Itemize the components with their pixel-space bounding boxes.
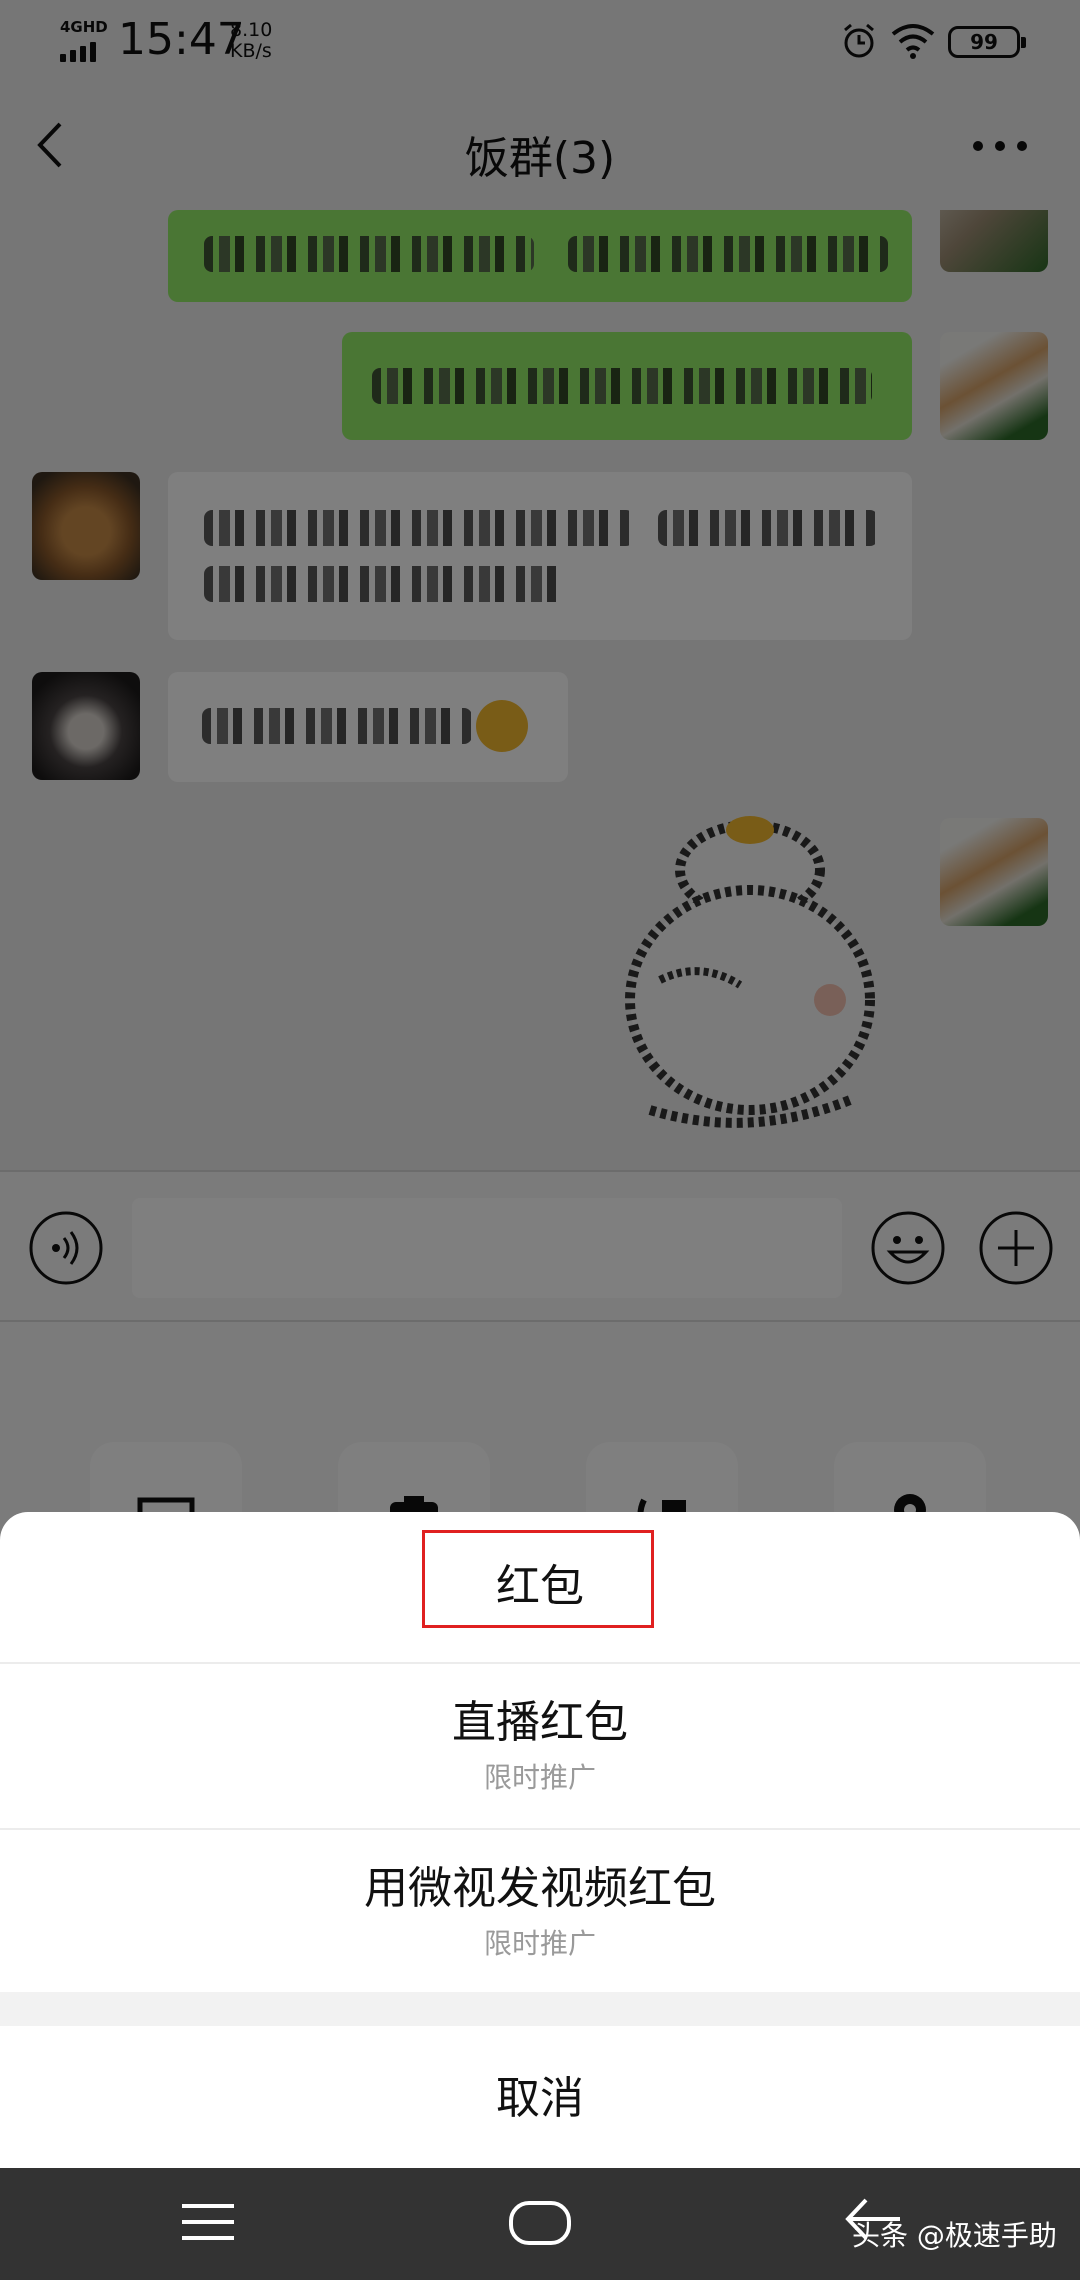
home-icon[interactable] — [508, 2200, 572, 2246]
sheet-gap — [0, 1992, 1080, 2026]
sheet-item-sublabel: 限时推广 — [483, 1761, 596, 1794]
sheet-item-label: 用微视发视频红包 — [364, 1863, 716, 1914]
cancel-button[interactable]: 取消 — [0, 2062, 1080, 2126]
red-packet-action-sheet: 红包 直播红包 限时推广 用微视发视频红包 限时推广 取消 — [0, 1512, 1080, 2168]
sheet-item-label: 直播红包 — [452, 1697, 628, 1748]
menu-icon[interactable] — [180, 2200, 236, 2244]
watermark: 头条 @极速手助 — [852, 2219, 1057, 2252]
divider — [0, 1662, 1080, 1664]
sheet-item-video-red-packet[interactable]: 用微视发视频红包 限时推广 — [0, 1852, 1080, 1962]
cancel-label: 取消 — [496, 2073, 584, 2124]
highlight-box — [422, 1530, 654, 1628]
system-nav-bar: 头条 @极速手助 — [0, 2168, 1080, 2280]
sheet-item-sublabel: 限时推广 — [483, 1927, 596, 1960]
divider — [0, 1828, 1080, 1830]
sheet-item-live-red-packet[interactable]: 直播红包 限时推广 — [0, 1686, 1080, 1796]
